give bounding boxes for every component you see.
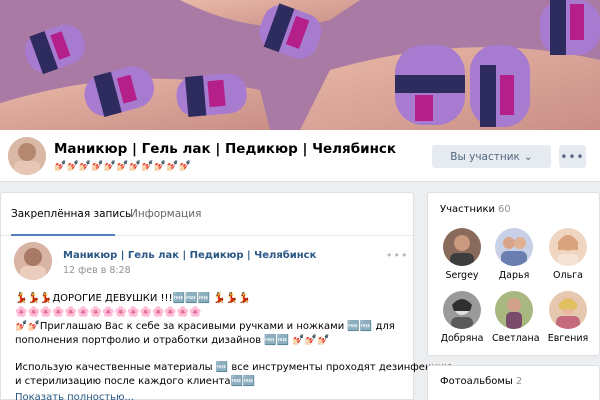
avatar xyxy=(495,228,533,266)
post-author-link[interactable]: Маникюр | Гель лак | Педикюр | Челябинск xyxy=(63,250,316,261)
nails-illustration xyxy=(0,0,600,130)
post-text-line: 💅🏻💅🏻Приглашаю Вас к себе за красивыми ру… xyxy=(15,321,395,332)
members-title: Участники xyxy=(440,204,496,215)
albums-count: 2 xyxy=(515,376,523,387)
member-item[interactable]: Евгения xyxy=(546,291,590,344)
show-more-link[interactable]: Показать полностью... xyxy=(15,392,134,400)
post-date[interactable]: 12 фев в 8:28 xyxy=(63,265,131,276)
post-text-line: Использую качественные материалы 🆓 все и… xyxy=(15,362,453,373)
post-text-line: пополнения портфолио и отработки дизайно… xyxy=(15,335,330,346)
member-item[interactable]: Sergey xyxy=(440,228,484,281)
vk-group-page: Маникюр | Гель лак | Педикюр | Челябинск… xyxy=(0,0,600,400)
post-author-avatar[interactable] xyxy=(14,242,52,280)
member-name: Дарья xyxy=(498,270,530,281)
albums-title: Фотоальбомы xyxy=(440,376,513,387)
more-dots-icon: ••• xyxy=(560,149,585,164)
member-name: Sergey xyxy=(445,270,479,281)
more-actions-button[interactable]: ••• xyxy=(559,145,586,168)
avatar xyxy=(443,291,481,329)
member-item[interactable]: Ольга xyxy=(546,228,590,281)
tab-pinned-post[interactable]: Закреплённая запись xyxy=(11,208,131,220)
group-title: Маникюр | Гель лак | Педикюр | Челябинск xyxy=(54,141,397,157)
avatar xyxy=(549,291,587,329)
post-menu-icon[interactable]: ••• xyxy=(386,249,408,262)
member-name: Светлана xyxy=(492,333,540,344)
avatar xyxy=(495,291,533,329)
members-heading[interactable]: Участники 60 xyxy=(440,204,511,215)
avatar xyxy=(549,228,587,266)
membership-label: Вы участник xyxy=(450,150,520,163)
feed-tabs: Закреплённая запись Информация xyxy=(1,193,413,236)
group-avatar[interactable] xyxy=(8,137,46,175)
avatar xyxy=(443,228,481,266)
photo-albums-block[interactable]: Фотоальбомы 2 xyxy=(427,365,600,400)
cover-photo xyxy=(0,0,600,130)
member-item[interactable]: Дарья xyxy=(492,228,536,281)
pinned-post-card: Закреплённая запись Информация Маникюр |… xyxy=(0,192,453,400)
member-name: Ольга xyxy=(553,270,583,281)
post-text-line: и стерилизацию после каждого клиента🆓🆓 xyxy=(15,376,256,387)
membership-button[interactable]: Вы участник ⌄ xyxy=(432,145,551,168)
tab-information[interactable]: Информация xyxy=(130,208,201,220)
albums-heading[interactable]: Фотоальбомы 2 xyxy=(440,376,522,387)
member-name: Добряна xyxy=(440,333,484,344)
members-block: Участники60 Sergey Дарья Ольга Добряна xyxy=(427,192,600,356)
member-name: Евгения xyxy=(547,333,589,344)
active-tab-indicator xyxy=(11,234,115,236)
members-count: 60 xyxy=(498,204,511,215)
post-text-line: 🌸🌸🌸🌸🌸🌸🌸🌸🌸🌸🌸🌸🌸🌸🌸 xyxy=(15,307,202,318)
group-status: 💅🏻💅🏻💅🏻💅🏻💅🏻💅🏻💅🏻💅🏻💅🏻💅🏻💅🏻 xyxy=(54,161,191,172)
member-item[interactable]: Добряна xyxy=(440,291,484,344)
chevron-down-icon: ⌄ xyxy=(523,150,533,163)
post-text-line: 💃💃💃ДОРОГИЕ ДЕВУШКИ !!!🆓🆓🆓 💃💃💃 xyxy=(15,293,251,304)
member-item[interactable]: Светлана xyxy=(492,291,540,344)
